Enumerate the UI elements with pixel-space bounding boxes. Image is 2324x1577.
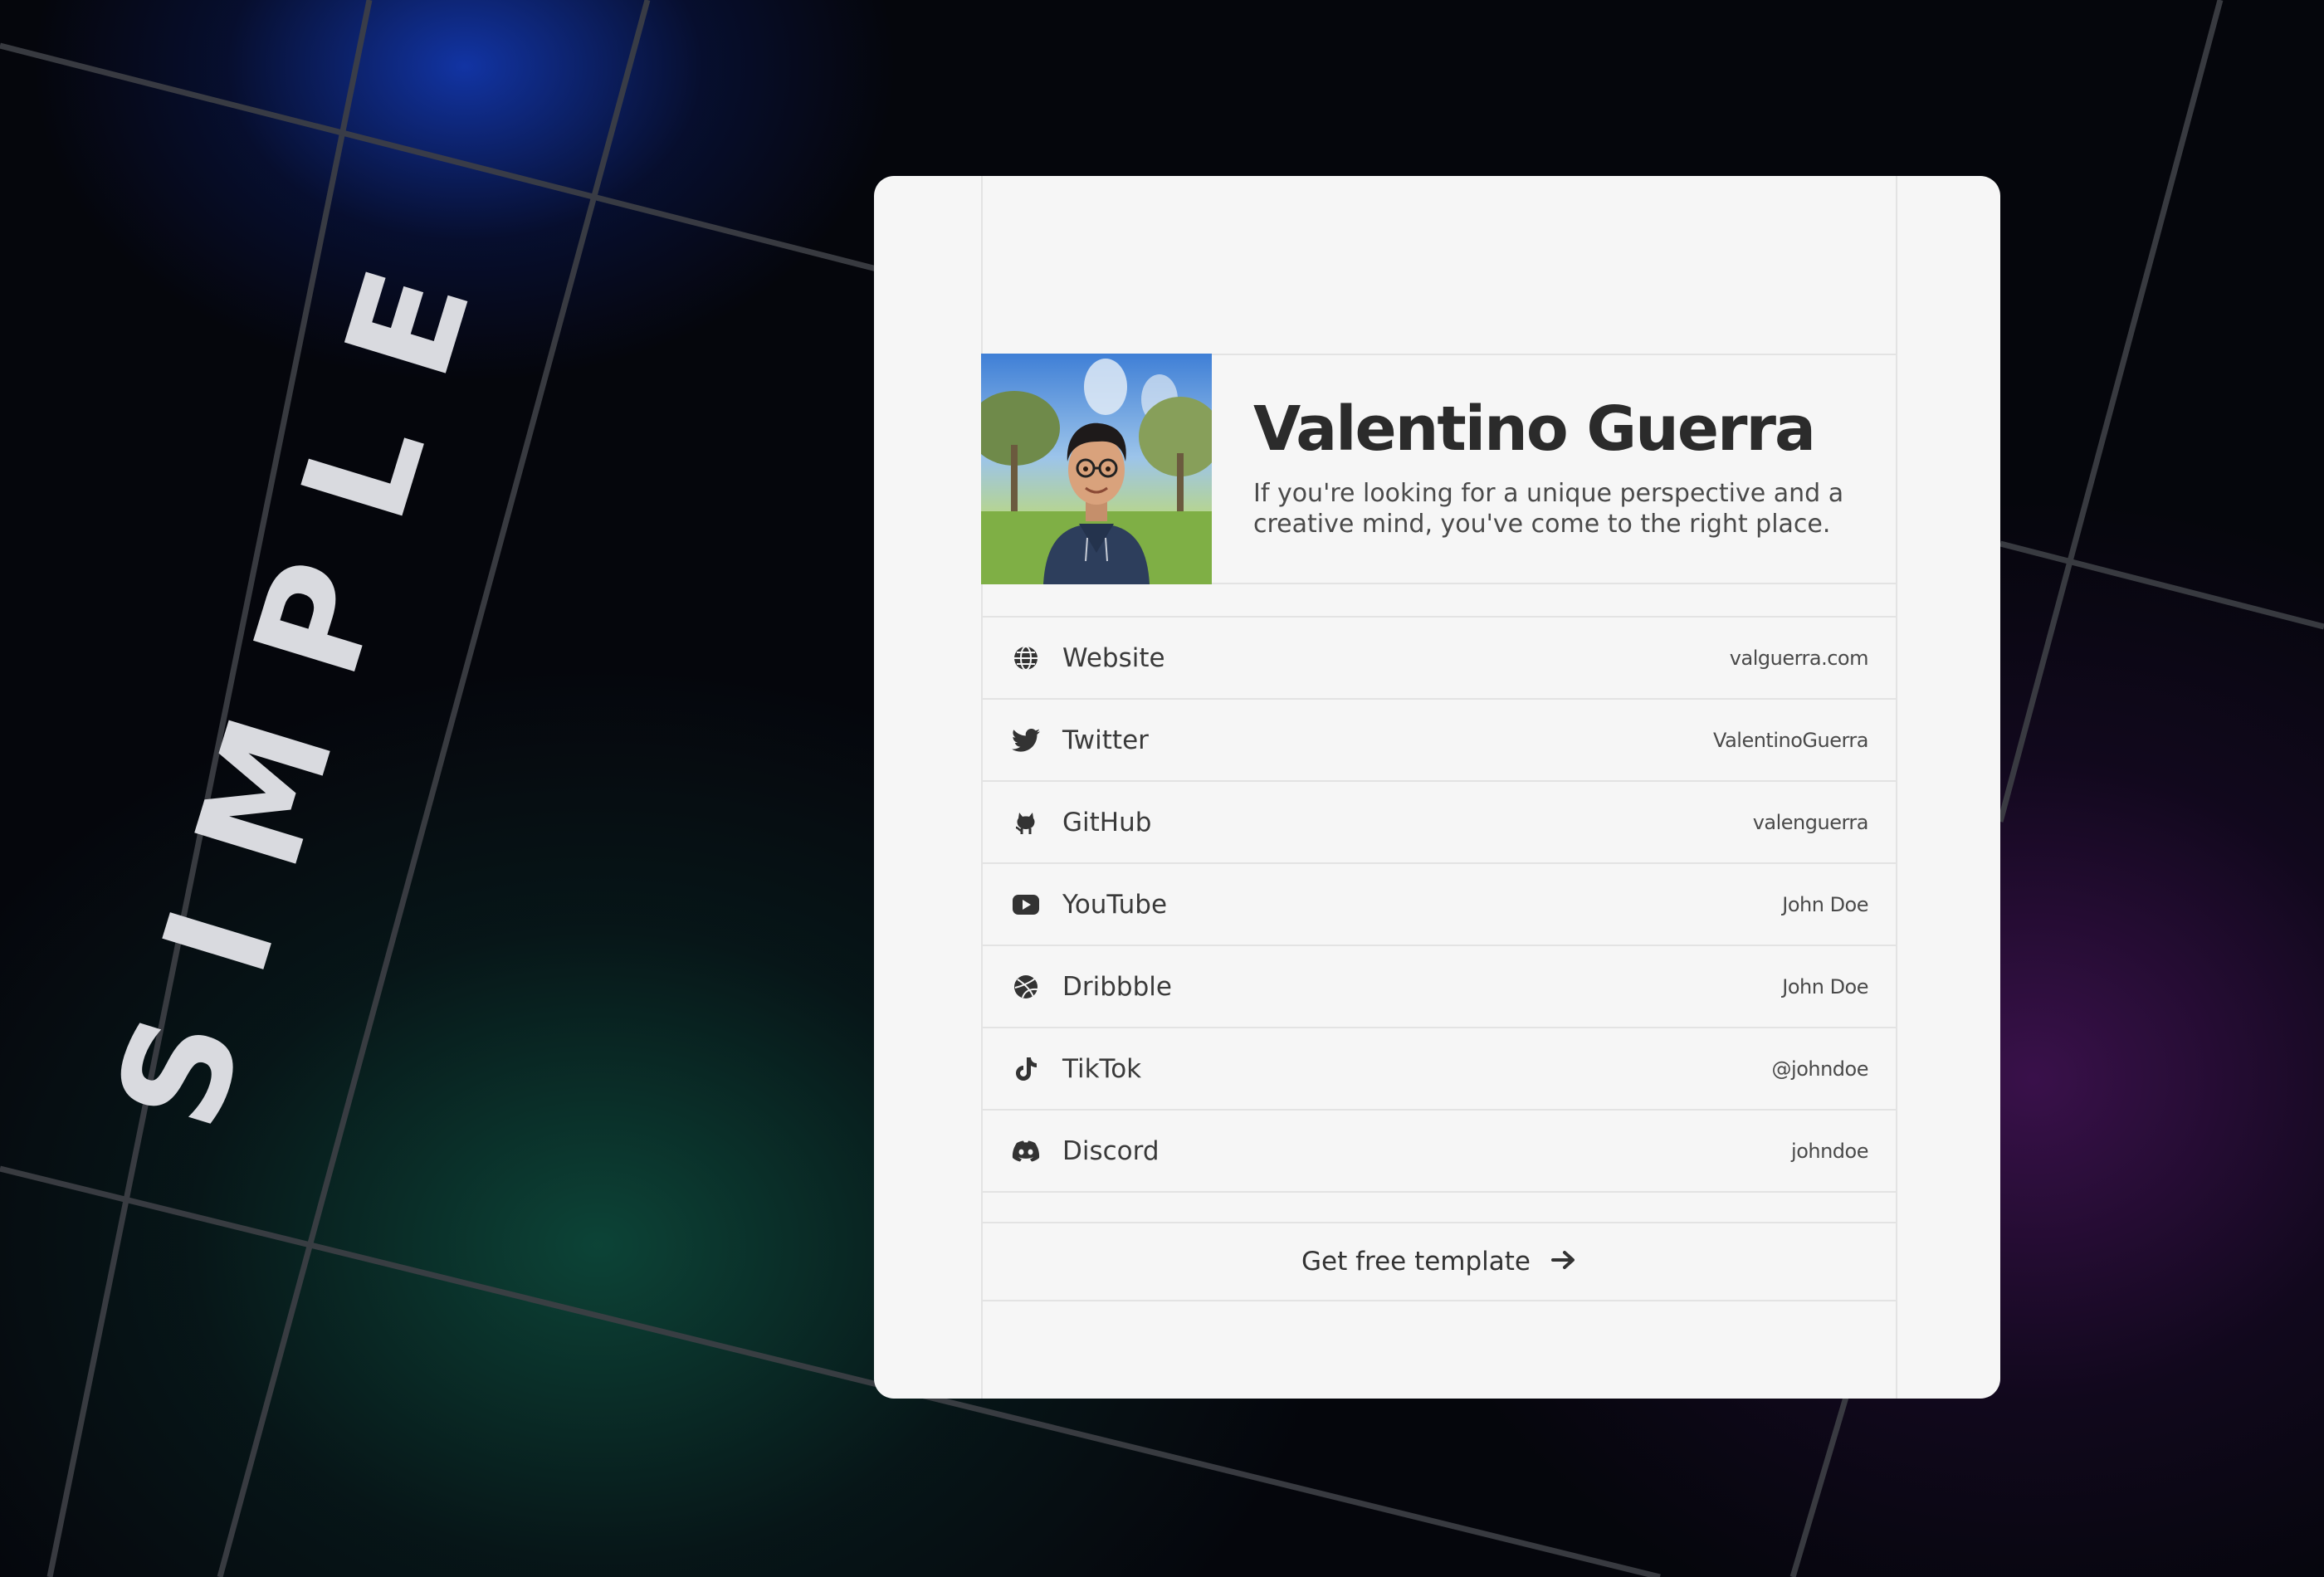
link-label: Discord <box>1062 1135 1160 1166</box>
avatar <box>981 354 1212 584</box>
profile-text: Valentino Guerra If you're looking for a… <box>1212 355 1884 583</box>
link-value: ValentinoGuerra <box>1713 728 1868 752</box>
page-background: SIMPLE Valentino Guerra If you're lookin… <box>0 0 2324 1577</box>
link-value: johndoe <box>1791 1139 1868 1163</box>
link-value: valguerra.com <box>1729 646 1869 670</box>
dribbble-icon <box>1011 972 1041 1002</box>
link-label: TikTok <box>1062 1053 1142 1084</box>
link-value: John Doe <box>1782 892 1868 916</box>
link-youtube[interactable]: YouTube John Doe <box>983 864 1896 946</box>
get-template-button[interactable]: Get free template <box>983 1222 1896 1301</box>
profile-name: Valentino Guerra <box>1253 393 1816 465</box>
link-value: valenguerra <box>1752 810 1869 834</box>
link-twitter[interactable]: Twitter ValentinoGuerra <box>983 700 1896 782</box>
cta-label: Get free template <box>1301 1247 1531 1277</box>
link-label: YouTube <box>1062 889 1168 920</box>
arrow-right-icon <box>1550 1248 1577 1276</box>
link-discord[interactable]: Discord johndoe <box>983 1111 1896 1193</box>
github-icon <box>1011 808 1041 837</box>
link-github[interactable]: GitHub valenguerra <box>983 782 1896 864</box>
link-value: @johndoe <box>1771 1057 1869 1081</box>
link-tiktok[interactable]: TikTok @johndoe <box>983 1028 1896 1111</box>
discord-icon <box>1011 1136 1041 1166</box>
links-list: Website valguerra.com Twitter ValentinoG… <box>983 616 1896 1193</box>
link-label: Website <box>1062 642 1165 673</box>
link-label: GitHub <box>1062 807 1152 837</box>
profile-bio: If you're looking for a unique perspecti… <box>1253 479 1844 539</box>
twitter-icon <box>1011 725 1041 755</box>
link-label: Dribbble <box>1062 971 1172 1002</box>
globe-icon <box>1011 643 1041 673</box>
link-dribbble[interactable]: Dribbble John Doe <box>983 946 1896 1028</box>
link-value: John Doe <box>1782 974 1868 998</box>
tiktok-icon <box>1011 1054 1041 1084</box>
link-card: Valentino Guerra If you're looking for a… <box>874 176 2000 1399</box>
link-website[interactable]: Website valguerra.com <box>983 618 1896 700</box>
link-label: Twitter <box>1062 725 1149 755</box>
youtube-icon <box>1011 890 1041 920</box>
card-content-column: Valentino Guerra If you're looking for a… <box>981 176 1897 1399</box>
profile-header: Valentino Guerra If you're looking for a… <box>981 354 1897 584</box>
